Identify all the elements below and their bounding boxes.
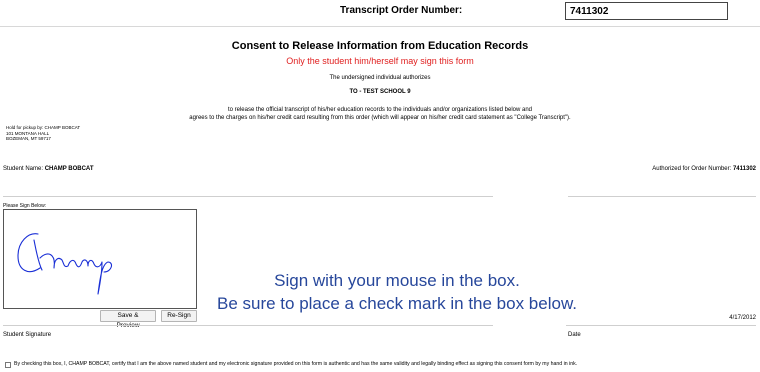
signature-pad[interactable] [3, 209, 197, 309]
consent-statement: By checking this box, I, CHAMP BOBCAT, c… [14, 361, 578, 367]
order-number-field[interactable] [565, 2, 728, 20]
student-signature-caption: Student Signature [3, 332, 52, 338]
date-caption: Date [568, 332, 581, 338]
authorized-order-label: Authorized for Order Number: [652, 166, 732, 172]
release-statement-line: to release the official transcript of hi… [227, 107, 533, 113]
date-value: 4/17/2012 [729, 315, 756, 321]
release-statement: to release the official transcript of hi… [180, 106, 580, 122]
consent-checkbox[interactable] [5, 362, 11, 368]
instruction-line: Sign with your mouse in the box. [274, 271, 520, 290]
pickup-line: BOZEMAN, MT 59717 [6, 136, 51, 141]
student-name-value: CHAMP BOBCAT [44, 166, 94, 172]
pickup-address: Hold for pickup by: CHAMP BOBCAT 101 MON… [6, 125, 80, 142]
authorized-order-value: 7411302 [732, 166, 756, 172]
page-title: Consent to Release Information from Educ… [231, 40, 529, 52]
release-statement-line: agrees to the charges on his/her credit … [189, 115, 571, 121]
student-only-warning: Only the student him/herself may sign th… [286, 56, 474, 66]
authorized-order: Authorized for Order Number: 7411302 [652, 166, 756, 172]
student-name-label: Student Name: [3, 166, 44, 172]
divider [3, 196, 493, 197]
order-number-label: Transcript Order Number: [340, 5, 463, 16]
divider [0, 26, 760, 27]
instruction-line: Be sure to place a check mark in the box… [216, 294, 578, 313]
date-line [566, 325, 756, 326]
save-preview-button[interactable]: Save & Preview [100, 310, 156, 329]
student-name: Student Name: CHAMP BOBCAT [3, 166, 93, 172]
resign-button[interactable]: Re-Sign [161, 310, 197, 322]
pickup-line: Hold for pickup by: CHAMP BOBCAT [6, 125, 81, 130]
signature-line [3, 325, 493, 326]
authorizes-text: The undersigned individual authorizes [329, 75, 431, 81]
signature-ink [17, 233, 113, 295]
divider [568, 196, 756, 197]
order-bar: Transcript Order Number: [0, 0, 760, 27]
school-name: TO - TEST SCHOOL 9 [349, 89, 411, 95]
